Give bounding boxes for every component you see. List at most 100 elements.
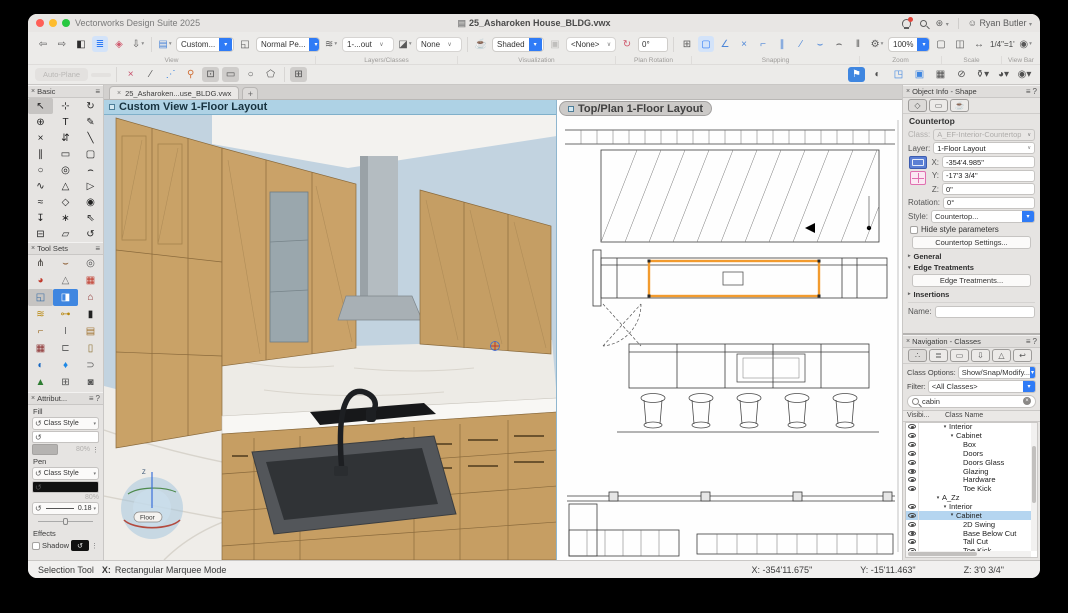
visibility-eye-icon[interactable] (908, 433, 916, 438)
palette-menu-icon[interactable]: ≡ (1026, 337, 1031, 346)
fastener-tool[interactable]: ⋔ (28, 255, 53, 272)
stack-tool[interactable]: ⇵ (53, 130, 78, 146)
grid-position-icon[interactable] (910, 171, 926, 185)
x-field[interactable]: -354'4.985" (942, 156, 1035, 168)
class-list-vscrollbar[interactable] (1031, 423, 1037, 552)
visibility-eye-icon[interactable] (908, 504, 916, 509)
plumbing-tool[interactable]: ♦ (53, 357, 78, 374)
snap-angle-icon[interactable]: ∠ (717, 36, 733, 52)
y-field[interactable]: -17'3 3/4" (942, 170, 1035, 182)
tab-shape[interactable]: ◇ (908, 99, 927, 112)
rotation-field[interactable]: 0° (943, 197, 1035, 209)
class-row[interactable]: ▾ Cabinet (906, 511, 1037, 520)
snapping-settings-icon[interactable]: ⚙▾ (869, 36, 885, 52)
spiral-tool[interactable]: ◉ (78, 194, 103, 210)
plan-position-icon[interactable] (909, 156, 927, 169)
selection-tool[interactable]: ↖ (28, 98, 53, 114)
class-dropdown[interactable]: None∨ (416, 37, 462, 52)
filter-dropdown[interactable]: <All Classes>▾ (928, 380, 1036, 393)
quick-pref-flag-icon[interactable]: ⚑ (848, 67, 865, 82)
visibility-eye-icon[interactable] (908, 531, 916, 536)
basic-palette-header[interactable]: × Basic ≡ (28, 85, 103, 98)
render-mode-chevron[interactable]: ▾ (529, 38, 542, 51)
render-teapot-icon[interactable]: ☕ (473, 36, 489, 52)
double-line-tool[interactable]: ∥ (28, 146, 53, 162)
auto-plane-button[interactable]: Auto-Plane (35, 68, 88, 81)
disclosure-icon[interactable]: ▾ (941, 424, 949, 430)
tab-data[interactable]: ▭ (929, 99, 948, 112)
render-options-icon[interactable]: ◉▾ (1016, 67, 1033, 82)
visibility-column-header[interactable]: Visibi... (907, 412, 945, 419)
user-account[interactable]: ☺ Ryan Butler ▾ (968, 18, 1032, 28)
classes-icon[interactable]: ◪▾ (397, 36, 413, 52)
projection-icon[interactable]: ◱ (237, 36, 253, 52)
fill-color-swatch[interactable]: ↺ (32, 431, 99, 443)
detail-tool[interactable]: ◎ (78, 255, 103, 272)
palette-menu-icon[interactable]: ≡ (95, 244, 100, 253)
new-tab-button[interactable]: + (242, 87, 258, 99)
camera-dropdown[interactable]: <None>∨ (566, 37, 616, 52)
style-dropdown[interactable]: Countertop...▾ (931, 210, 1035, 223)
duct-tool[interactable]: ⊃ (78, 357, 103, 374)
class-list[interactable]: ▾ Interior ▾ Cabinet (905, 422, 1038, 559)
class-row[interactable]: Doors Glass (906, 458, 1037, 467)
plan-rotation-field[interactable] (638, 37, 668, 52)
close-window-button[interactable] (36, 19, 44, 27)
marquee-rectangle-mode-icon[interactable]: ▭ (222, 67, 239, 82)
kitchen-3d-rendering[interactable]: Z Floor (104, 100, 557, 560)
hide-details-icon[interactable]: ⊘ (953, 67, 970, 82)
clear-search-icon[interactable]: × (1023, 397, 1031, 405)
surface-tool[interactable]: ⌣ (53, 255, 78, 272)
nav-tab-viewports[interactable]: ▭ (950, 349, 969, 362)
cabinet-tool[interactable]: ⌐ (28, 323, 53, 340)
plan-rotation-icon[interactable]: ↻ (619, 36, 635, 52)
sphere-tool[interactable]: ◕ (28, 272, 53, 289)
clip-cube-icon[interactable]: ◈ (111, 36, 127, 52)
mode-person-icon[interactable]: ⚲ (182, 67, 199, 82)
piping-tool[interactable]: ≋ (28, 306, 53, 323)
nav-tab-saved-views[interactable]: △ (992, 349, 1011, 362)
close-palette-icon[interactable]: × (31, 245, 35, 252)
floor-plan-drawing[interactable] (557, 100, 902, 560)
viewport-plan[interactable]: Top/Plan 1-Floor Layout (557, 100, 902, 560)
zoom-tool[interactable]: ⊕ (28, 114, 53, 130)
select-similar-tool[interactable]: ⇖ (78, 210, 103, 226)
site-globe-tool[interactable]: ◐ (28, 357, 53, 374)
pen-color-swatch[interactable]: ↺ (32, 481, 99, 493)
visibility-eye-icon[interactable] (908, 460, 916, 465)
window-tool[interactable]: ◱ (28, 289, 53, 306)
column-tool[interactable]: ▯ (78, 340, 103, 357)
snap-slope-icon[interactable]: ∕ (793, 36, 809, 52)
close-palette-icon[interactable]: × (906, 338, 910, 345)
pan-tool[interactable]: ⊹ (53, 98, 78, 114)
show-3d-axes-icon[interactable]: ◳ (890, 67, 907, 82)
fit-to-objects-icon[interactable]: ▢ (933, 36, 949, 52)
notifications-icon[interactable] (902, 19, 911, 28)
snap-edge-icon[interactable]: ⌐ (755, 36, 771, 52)
roof-tool[interactable]: △ (53, 272, 78, 289)
shadow-settings-button[interactable]: ↺ (71, 540, 89, 551)
saved-view-chevron[interactable]: ▾ (219, 38, 232, 51)
camera-tool[interactable]: ◙ (78, 374, 103, 391)
disclosure-icon[interactable]: ▾ (948, 512, 956, 518)
regular-polygon-tool[interactable]: ◇ (53, 194, 78, 210)
beam-tool[interactable]: I (53, 323, 78, 340)
circle-tool[interactable]: ○ (28, 162, 53, 178)
projection-chevron[interactable]: ▾ (309, 38, 320, 51)
class-search-input[interactable]: cabin × (907, 395, 1036, 408)
lumber-tool[interactable]: ▤ (78, 323, 103, 340)
wand-tool[interactable]: ∗ (53, 210, 78, 226)
snap-intersection-icon[interactable]: × (736, 36, 752, 52)
palette-help-icon[interactable]: ? (96, 394, 100, 403)
snap-tangent-icon[interactable]: ⌣ (812, 36, 828, 52)
saved-view-dropdown[interactable]: Custom...▾ (176, 37, 234, 52)
nav-tab-classes[interactable]: ∴ (908, 349, 927, 362)
layers-icon[interactable]: ≋▾ (323, 36, 339, 52)
class-row[interactable]: ▾ Interior (906, 502, 1037, 511)
marquee-lasso-mode-icon[interactable]: ○ (242, 67, 259, 82)
render-mode-dropdown[interactable]: Shaded▾ (492, 37, 544, 52)
class-row[interactable]: Hardware (906, 476, 1037, 485)
visibility-eye-icon[interactable] (908, 451, 916, 456)
countertop-settings-button[interactable]: Countertop Settings... (912, 236, 1031, 249)
visibility-eye-icon[interactable] (908, 539, 916, 544)
